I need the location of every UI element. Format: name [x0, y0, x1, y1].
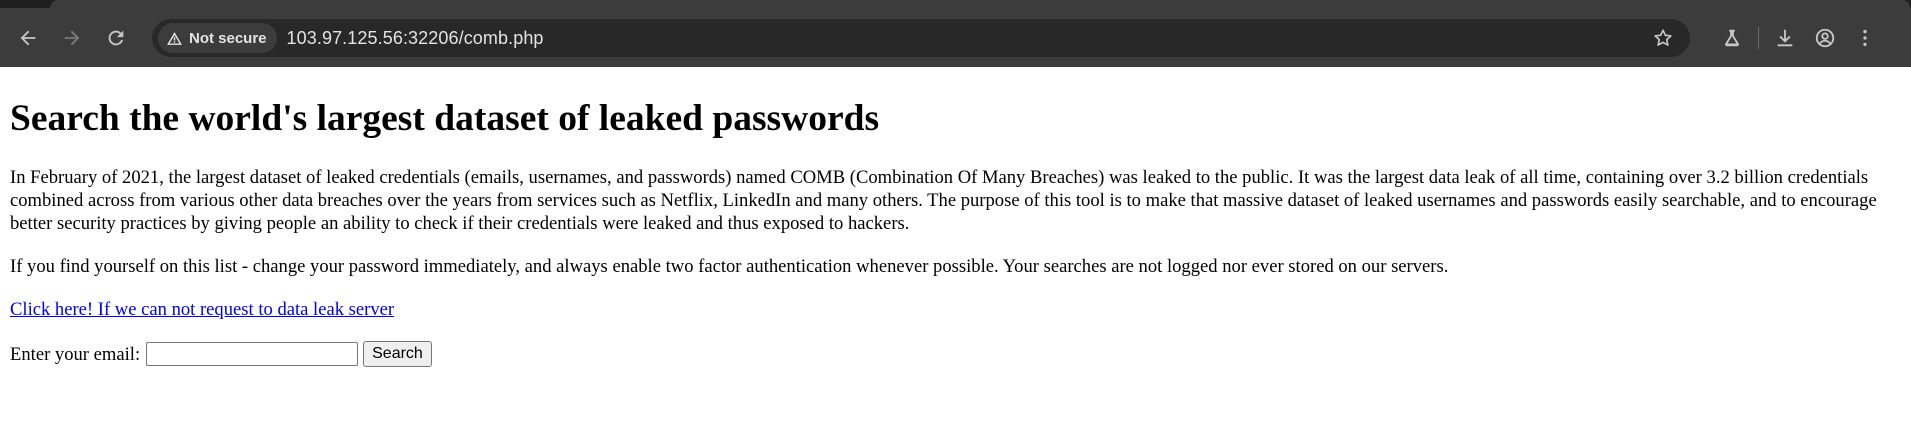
email-label: Enter your email: — [10, 343, 141, 365]
reload-icon — [108, 30, 124, 45]
page-title: Search the world's largest dataset of le… — [10, 98, 880, 139]
downloads-button[interactable] — [1765, 18, 1805, 58]
labs-button[interactable] — [1712, 18, 1752, 58]
download-icon — [1777, 29, 1793, 46]
address-bar[interactable]: Not secure 103.97.125.56:32206/comb.php — [152, 19, 1690, 57]
page-content: Search the world's largest dataset of le… — [0, 97, 1911, 367]
search-button[interactable]: Search — [363, 341, 432, 367]
url-text[interactable]: 103.97.125.56:32206/comb.php — [287, 28, 544, 49]
reload-button[interactable] — [96, 18, 136, 58]
browser-chrome: Not secure 103.97.125.56:32206/comb.php — [0, 0, 1911, 67]
menu-icon — [1863, 29, 1867, 46]
labs-icon — [1725, 29, 1739, 46]
forward-button[interactable] — [52, 18, 92, 58]
profile-icon — [1815, 28, 1835, 47]
profile-button[interactable] — [1805, 18, 1845, 58]
fallback-server-link[interactable]: Click here! If we can not request to dat… — [10, 299, 394, 320]
warning-icon — [167, 31, 182, 45]
email-field[interactable] — [146, 342, 359, 366]
privacy-note: If you find yourself on this list - chan… — [10, 256, 1449, 277]
bookmark-button[interactable] — [1648, 23, 1678, 53]
forward-icon — [64, 30, 80, 45]
back-button[interactable] — [8, 18, 48, 58]
link-row: Click here! If we can not request to dat… — [10, 298, 1901, 321]
browser-toolbar: Not secure 103.97.125.56:32206/comb.php — [0, 8, 1911, 67]
security-label: Not secure — [189, 29, 267, 47]
search-form: Enter your email: Search — [10, 341, 1901, 367]
active-tab[interactable] — [50, 0, 1910, 8]
star-icon — [1654, 29, 1672, 46]
security-chip[interactable]: Not secure — [158, 23, 277, 53]
toolbar-divider — [1758, 26, 1759, 49]
back-icon — [20, 30, 36, 45]
tab-strip — [0, 0, 1911, 8]
toolbar-actions — [1712, 8, 1885, 67]
intro-paragraph: In February of 2021, the largest dataset… — [10, 167, 1877, 234]
menu-button[interactable] — [1845, 18, 1885, 58]
